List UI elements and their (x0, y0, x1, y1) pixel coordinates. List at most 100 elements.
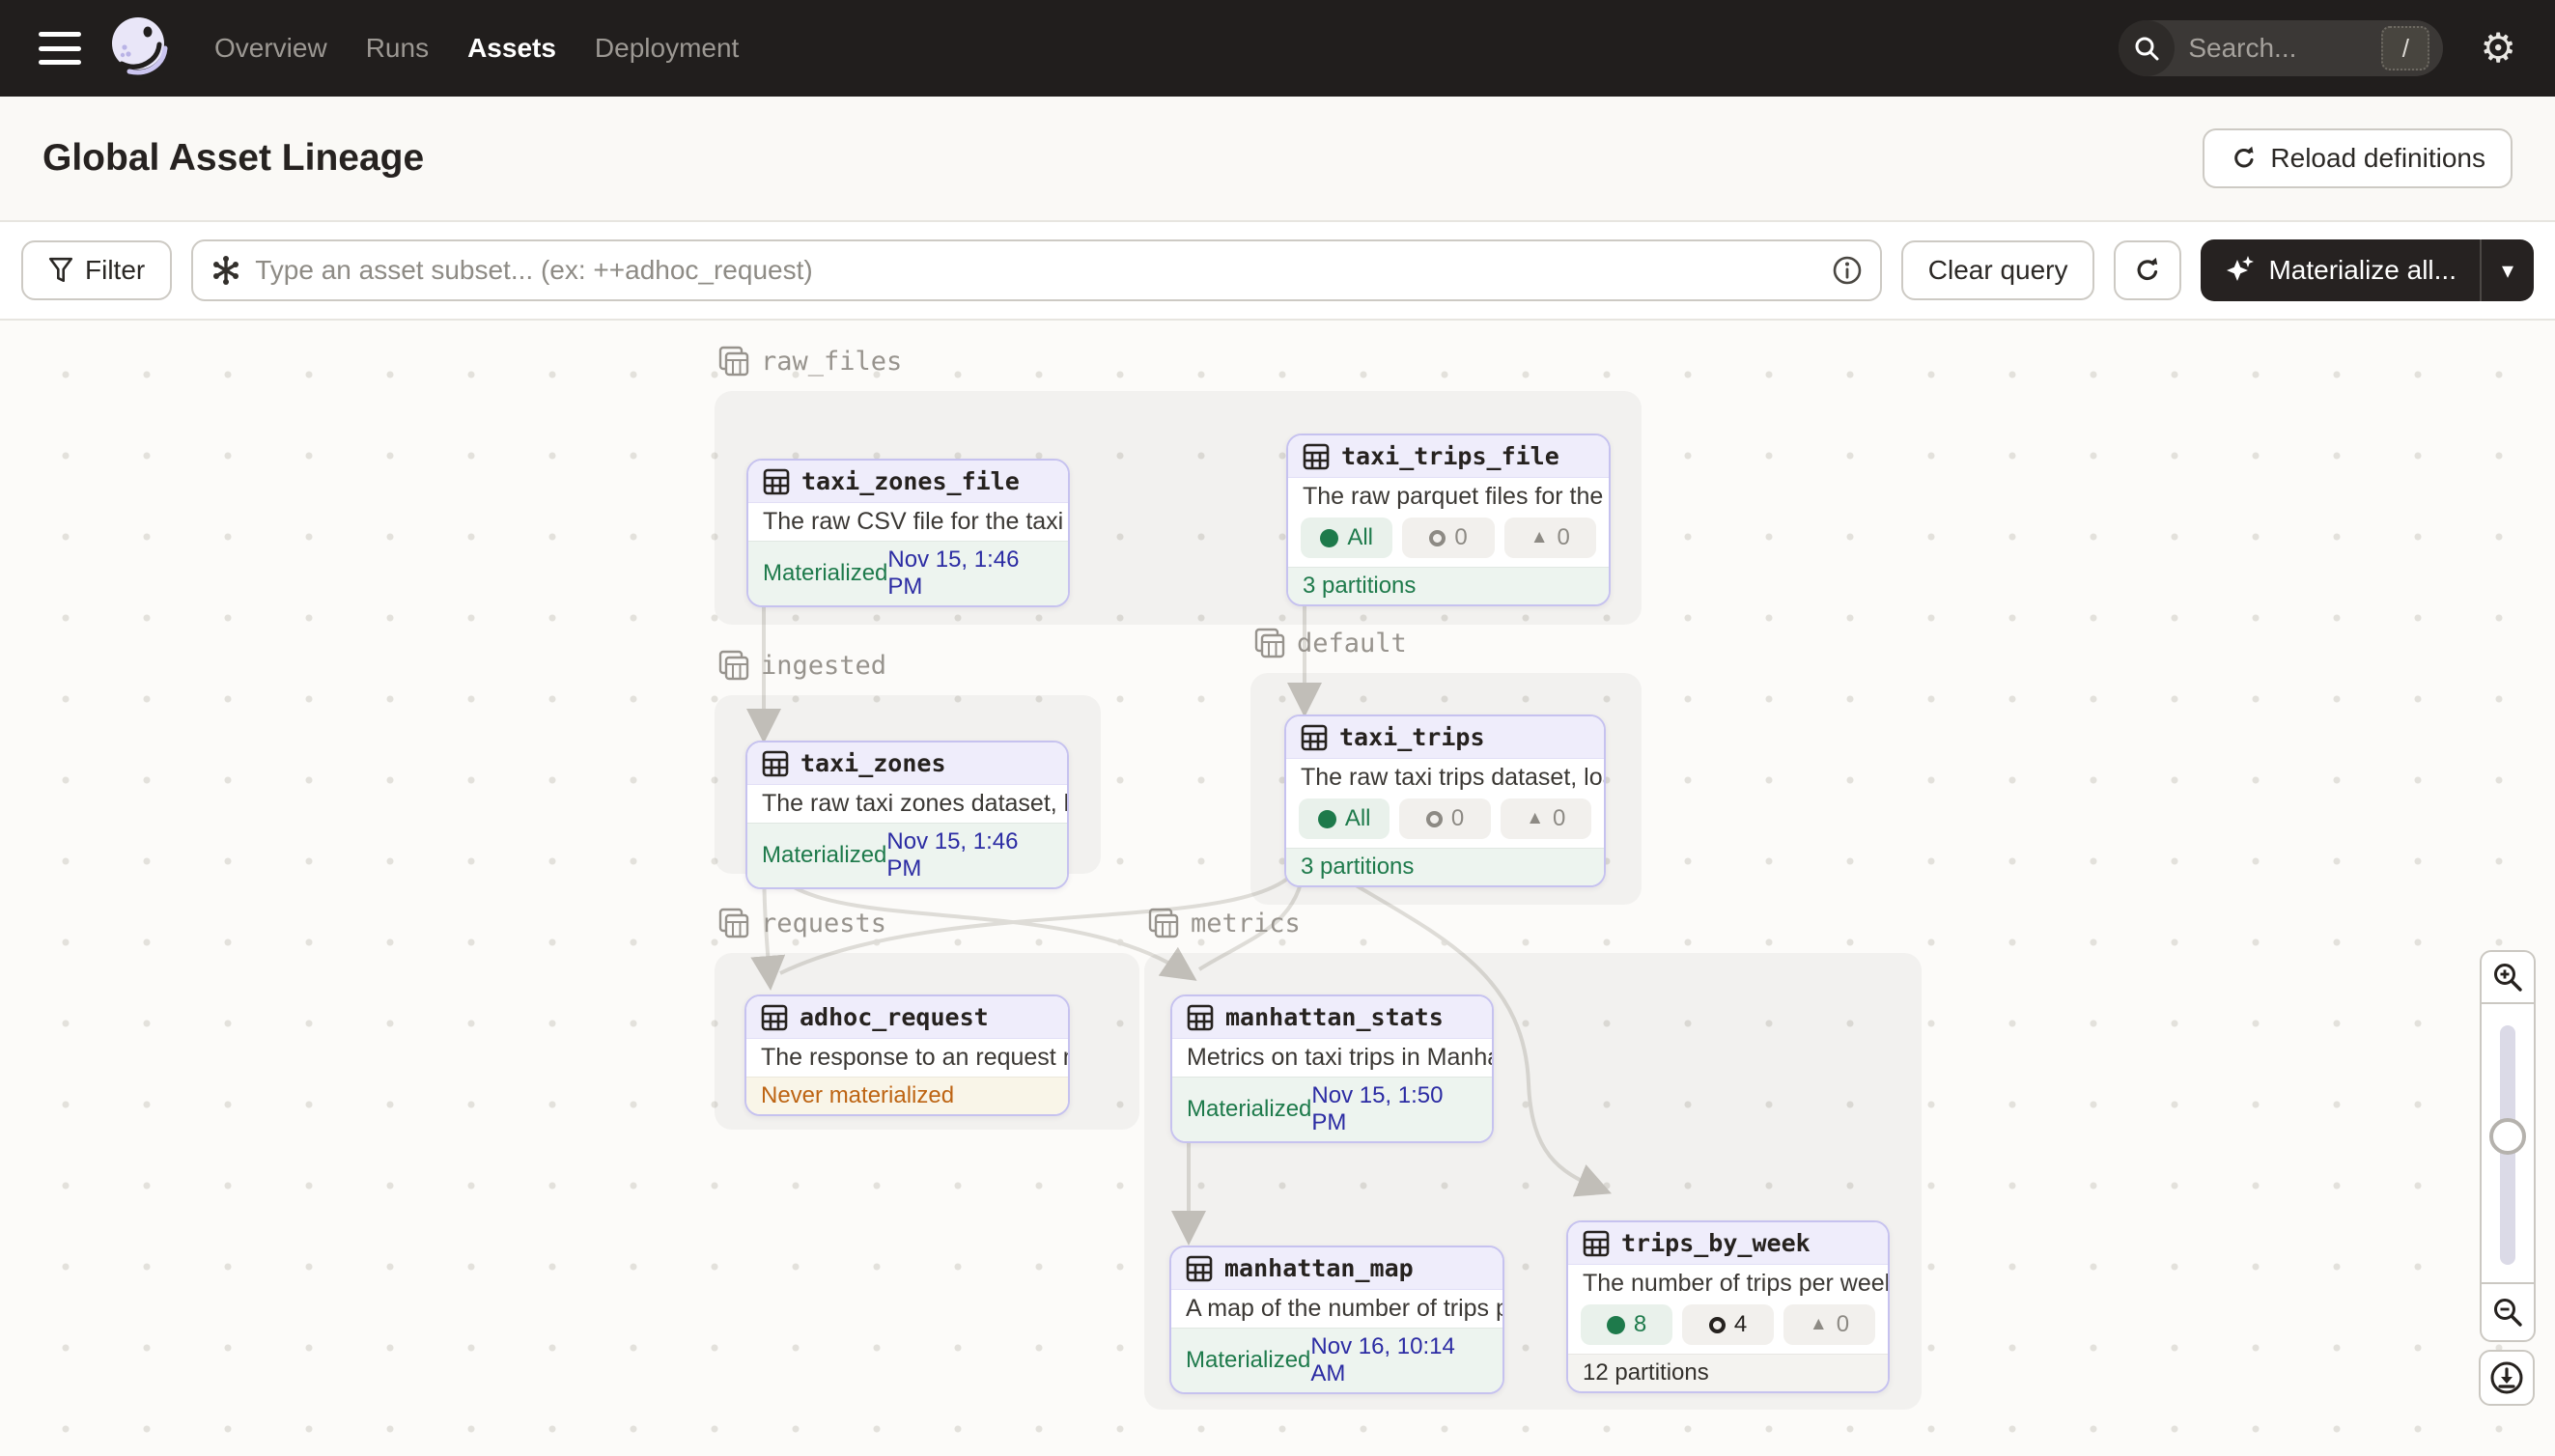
asset-footer: Materialized Nov 15, 1:46 PM (747, 823, 1067, 887)
missing-triangle-icon: ▲ (1810, 1314, 1828, 1335)
lineage-toolbar: Filter Clear query Materialize all... ▾ (0, 222, 2555, 319)
global-search[interactable]: / (2119, 20, 2443, 76)
failed-ring-icon (1429, 530, 1446, 546)
asset-name: adhoc_request (800, 1003, 989, 1031)
asset-node-manhattan_map[interactable]: manhattan_map A map of the number of tri… (1169, 1246, 1504, 1394)
asset-node-taxi_zones[interactable]: taxi_zones The raw taxi zones dataset, l… (745, 741, 1069, 889)
hamburger-menu-icon[interactable] (39, 32, 81, 65)
zoom-slider-thumb[interactable] (2489, 1118, 2526, 1155)
asset-footer: Materialized Nov 15, 1:50 PM (1172, 1077, 1492, 1141)
asset-name: trips_by_week (1621, 1229, 1811, 1257)
asset-node-manhattan_stats[interactable]: manhattan_stats Metrics on taxi trips in… (1170, 994, 1494, 1143)
asset-description: Metrics on taxi trips in Manhattan (1172, 1039, 1492, 1077)
partitions-missing-pill: ▲0 (1504, 518, 1596, 558)
partitions-success-pill: All (1301, 518, 1392, 558)
partition-health-pills: All 0 ▲0 (1288, 516, 1609, 567)
refresh-button[interactable] (2114, 240, 2181, 300)
zoom-slider (2480, 1002, 2536, 1284)
success-dot-icon (1320, 529, 1338, 547)
dagster-logo-icon[interactable] (108, 15, 174, 81)
zoom-in-button[interactable] (2480, 950, 2536, 1004)
partitions-failed-pill: 0 (1399, 798, 1490, 839)
group-label-ingested[interactable]: ingested (718, 650, 886, 681)
zoom-out-icon (2491, 1296, 2524, 1329)
table-icon (1186, 1255, 1213, 1282)
reload-definitions-button[interactable]: Reload definitions (2203, 128, 2513, 188)
asset-description: The raw taxi zones dataset, loaded int..… (747, 785, 1067, 823)
zoom-in-icon (2491, 961, 2524, 994)
settings-gear-icon[interactable]: ⚙ (2480, 28, 2516, 69)
asset-name: taxi_trips_file (1341, 442, 1559, 470)
reload-icon (2230, 144, 2259, 173)
partitions-missing-pill: ▲0 (1501, 798, 1591, 839)
asset-node-taxi_trips_file[interactable]: taxi_trips_file The raw parquet files fo… (1286, 434, 1611, 606)
search-icon (2119, 20, 2175, 76)
clear-query-button[interactable]: Clear query (1901, 240, 2095, 300)
asset-query-input[interactable] (255, 255, 1818, 286)
table-icon (1303, 443, 1330, 470)
nav-item-runs[interactable]: Runs (366, 33, 429, 64)
table-icon (1301, 724, 1328, 751)
materialize-dropdown-caret[interactable]: ▾ (2480, 239, 2534, 301)
asset-description: The number of trips per week, aggreg... (1568, 1265, 1888, 1302)
group-label-default[interactable]: default (1254, 628, 1407, 658)
group-label-metrics[interactable]: metrics (1148, 908, 1301, 938)
lineage-canvas[interactable]: raw_files ingested default requests metr… (0, 319, 2555, 1456)
failed-ring-icon (1709, 1317, 1726, 1333)
nav-item-assets[interactable]: Assets (467, 33, 556, 64)
asset-description: The raw parquet files for the taxi trips… (1288, 478, 1609, 516)
success-dot-icon (1607, 1316, 1625, 1334)
table-icon (762, 750, 789, 777)
materialize-all-button[interactable]: Materialize all... ▾ (2201, 239, 2534, 301)
partitions-count: 12 partitions (1583, 1359, 1709, 1386)
group-label-raw_files[interactable]: raw_files (718, 346, 902, 377)
status-label: Materialized (763, 560, 887, 587)
materialization-timestamp: Nov 15, 1:46 PM (886, 828, 1053, 882)
materialization-timestamp: Nov 15, 1:50 PM (1311, 1082, 1477, 1136)
group-tables-icon (718, 650, 749, 681)
partition-health-pills: 8 4 ▲0 (1568, 1302, 1888, 1354)
search-input[interactable] (2175, 33, 2381, 64)
asset-node-taxi_trips[interactable]: taxi_trips The raw taxi trips dataset, l… (1284, 714, 1606, 887)
asset-query-box[interactable] (191, 239, 1882, 301)
group-tables-icon (718, 908, 749, 938)
zoom-out-button[interactable] (2480, 1282, 2536, 1342)
missing-triangle-icon: ▲ (1530, 527, 1549, 548)
filter-funnel-icon (48, 257, 73, 284)
partitions-success-pill: All (1299, 798, 1390, 839)
asset-footer: 12 partitions (1568, 1354, 1888, 1391)
nav-links: Overview Runs Assets Deployment (214, 33, 739, 64)
asset-description: The raw CSV file for the taxi zones dat.… (748, 503, 1068, 541)
table-icon (1583, 1230, 1610, 1257)
asset-name: manhattan_map (1224, 1254, 1414, 1282)
info-icon[interactable] (1832, 255, 1863, 286)
asset-description: A map of the number of trips per taxi z.… (1171, 1290, 1502, 1328)
nav-item-overview[interactable]: Overview (214, 33, 327, 64)
asset-footer: 3 partitions (1286, 848, 1604, 885)
status-label: Materialized (1186, 1347, 1310, 1374)
nav-item-deployment[interactable]: Deployment (595, 33, 739, 64)
refresh-icon (2132, 255, 2163, 286)
group-tables-icon (718, 346, 749, 377)
group-label-requests[interactable]: requests (718, 908, 886, 938)
asset-footer: Never materialized (746, 1077, 1068, 1114)
asset-footer: Materialized Nov 16, 10:14 AM (1171, 1328, 1502, 1392)
download-icon (2488, 1359, 2525, 1396)
asset-node-trips_by_week[interactable]: trips_by_week The number of trips per we… (1566, 1220, 1890, 1393)
asset-graph-icon (211, 255, 241, 286)
partitions-failed-pill: 4 (1682, 1304, 1774, 1345)
table-icon (763, 468, 790, 495)
top-nav: Overview Runs Assets Deployment / ⚙ (0, 0, 2555, 97)
partitions-missing-pill: ▲0 (1783, 1304, 1875, 1345)
filter-button[interactable]: Filter (21, 240, 172, 300)
asset-description: The raw taxi trips dataset, loaded into … (1286, 759, 1604, 797)
partition-health-pills: All 0 ▲0 (1286, 797, 1604, 848)
search-shortcut-badge: / (2381, 26, 2429, 70)
asset-node-taxi_zones_file[interactable]: taxi_zones_file The raw CSV file for the… (746, 459, 1070, 607)
page-title: Global Asset Lineage (42, 137, 424, 180)
asset-footer: Materialized Nov 15, 1:46 PM (748, 541, 1068, 605)
asset-node-adhoc_request[interactable]: adhoc_request The response to an request… (744, 994, 1070, 1116)
download-view-button[interactable] (2479, 1350, 2535, 1406)
asset-name: taxi_zones_file (801, 467, 1020, 495)
materialization-timestamp: Nov 16, 10:14 AM (1310, 1333, 1488, 1387)
